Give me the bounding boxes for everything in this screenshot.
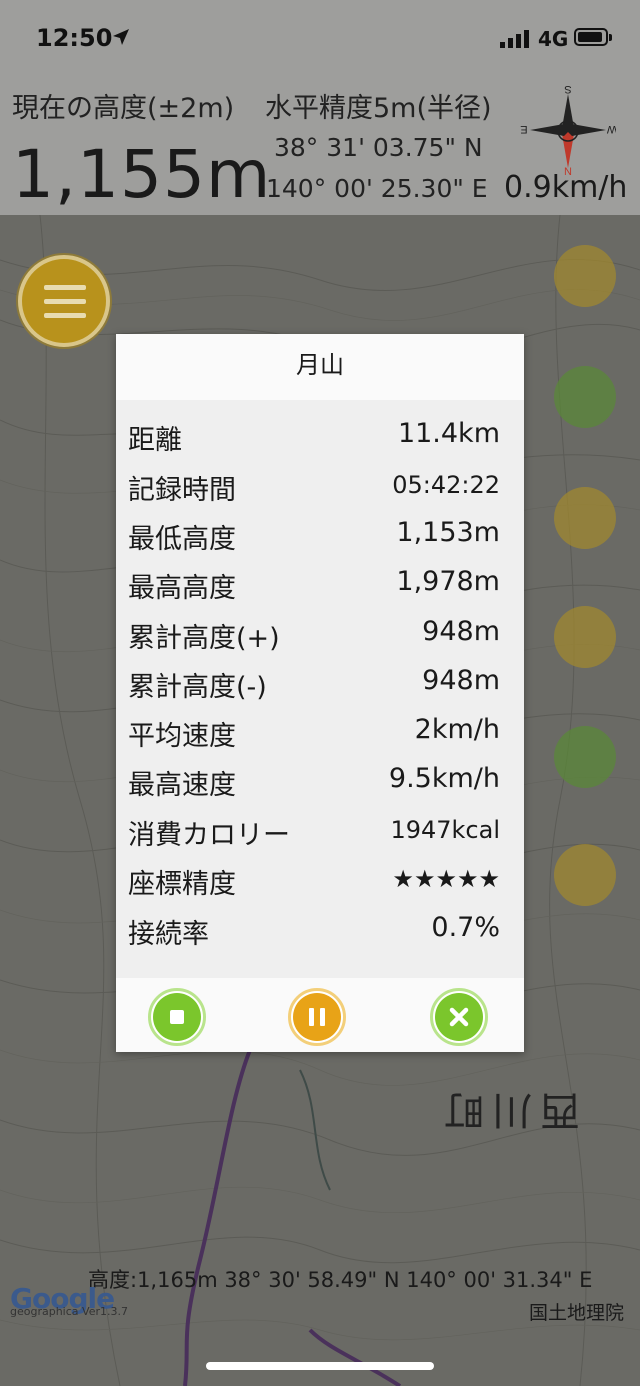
- stat-row: 消費カロリー 1947kcal: [128, 813, 500, 853]
- home-indicator[interactable]: [206, 1362, 434, 1370]
- menu-line-icon: [44, 285, 86, 290]
- record-button[interactable]: [554, 844, 616, 906]
- footprint-button[interactable]: [554, 726, 616, 788]
- compass-west: W: [606, 123, 616, 135]
- stat-row: 平均速度 2km/h: [128, 714, 500, 754]
- compass-south: S: [564, 84, 571, 95]
- altitude-label: 現在の高度(±2m): [12, 93, 235, 124]
- track-summary-dialog: 月山 距離 11.4km 記録時間 05:42:22 最低高度 1,153m 最…: [116, 334, 524, 1052]
- stat-label: 座標精度: [128, 869, 236, 900]
- stop-button[interactable]: [148, 988, 206, 1046]
- stat-row: 接続率 0.7%: [128, 912, 500, 952]
- stat-label: 最高高度: [128, 573, 236, 604]
- stat-label: 接続率: [128, 919, 209, 950]
- stat-value: 948m: [422, 665, 500, 696]
- locate-button[interactable]: [554, 487, 616, 549]
- stat-label: 累計高度(-): [128, 672, 267, 703]
- stat-row: 累計高度(-) 948m: [128, 665, 500, 705]
- map-attribution: 国土地理院: [529, 1302, 625, 1324]
- stat-value: 0.7%: [431, 912, 500, 943]
- stat-value: 1,153m: [396, 517, 500, 548]
- signal-icon: [500, 30, 529, 48]
- status-time: 12:50: [36, 24, 113, 52]
- compass-button[interactable]: [554, 366, 616, 428]
- network-type: 4G: [538, 27, 569, 51]
- app-version: geographica Ver1.3.7: [10, 1305, 128, 1318]
- stat-value: 05:42:22: [392, 471, 500, 499]
- cursor-info: 高度:1,165m 38° 30' 58.49" N 140° 00' 31.3…: [88, 1268, 593, 1292]
- stat-value: 11.4km: [397, 418, 500, 449]
- stat-value: 1,978m: [396, 566, 500, 597]
- stat-label: 消費カロリー: [128, 820, 290, 851]
- stat-row: 累計高度(+) 948m: [128, 616, 500, 656]
- stat-label: 最低高度: [128, 524, 236, 555]
- accuracy-stars: ★★★★★: [392, 865, 500, 893]
- info-header: 12:50 4G 現在の高度(±2m) 1,155m 水平精度5m(半径) 38…: [0, 0, 640, 215]
- stat-label: 記録時間: [128, 475, 236, 506]
- stat-row: 最高速度 9.5km/h: [128, 763, 500, 803]
- stat-label: 平均速度: [128, 721, 236, 752]
- dialog-title: 月山: [116, 334, 524, 400]
- compass-icon[interactable]: S N E W: [520, 84, 616, 176]
- menu-line-icon: [44, 299, 86, 304]
- battery-icon: [574, 28, 612, 46]
- pause-icon: [293, 993, 341, 1041]
- dialog-button-bar: [116, 978, 524, 1052]
- stat-row: 最低高度 1,153m: [128, 517, 500, 557]
- pause-button[interactable]: [288, 988, 346, 1046]
- menu-line-icon: [44, 313, 86, 318]
- stat-row: 最高高度 1,978m: [128, 566, 500, 606]
- compass-east: E: [520, 123, 527, 135]
- altitude-value: 1,155m: [12, 136, 272, 213]
- stat-value: 9.5km/h: [388, 763, 500, 794]
- stat-label: 累計高度(+): [128, 623, 280, 654]
- stat-row: 距離 11.4km: [128, 418, 500, 458]
- close-icon: [435, 993, 483, 1041]
- stat-value: 1947kcal: [390, 816, 500, 844]
- location-arrow-icon: [113, 29, 129, 45]
- stop-icon: [153, 993, 201, 1041]
- poi-button[interactable]: [554, 606, 616, 668]
- stat-row: 座標精度 ★★★★★: [128, 862, 500, 902]
- town-label: 西川町: [436, 1087, 580, 1133]
- latitude: 38° 31' 03.75" N: [274, 133, 483, 162]
- layers-button[interactable]: [554, 245, 616, 307]
- longitude: 140° 00' 25.30" E: [266, 174, 488, 203]
- stat-row: 記録時間 05:42:22: [128, 468, 500, 508]
- close-button[interactable]: [430, 988, 488, 1046]
- stat-value: 948m: [422, 616, 500, 647]
- stat-label: 距離: [128, 425, 182, 456]
- stat-label: 最高速度: [128, 770, 236, 801]
- menu-button[interactable]: [18, 255, 110, 347]
- stat-value: 2km/h: [414, 714, 500, 745]
- compass-north: N: [564, 166, 572, 176]
- accuracy-label: 水平精度5m(半径): [265, 93, 492, 124]
